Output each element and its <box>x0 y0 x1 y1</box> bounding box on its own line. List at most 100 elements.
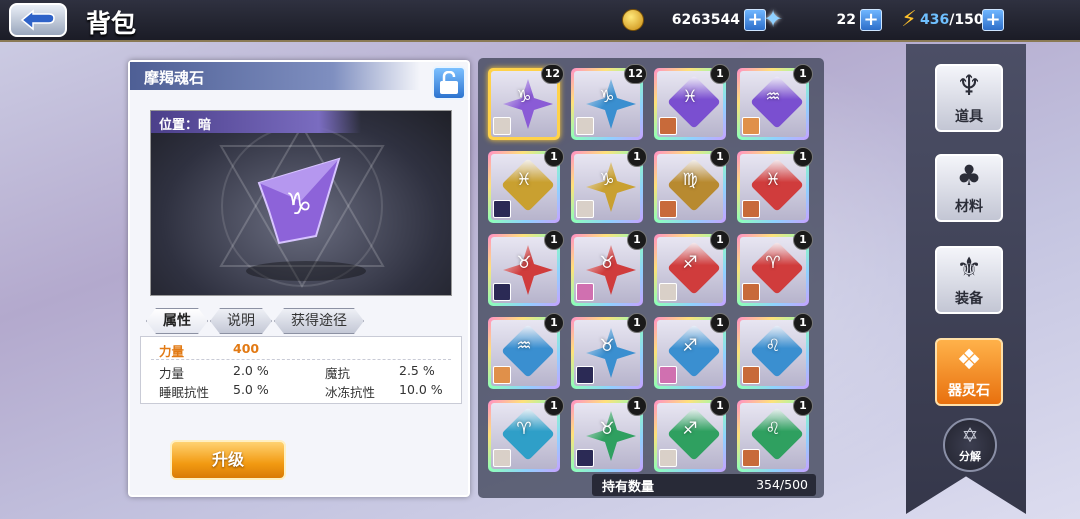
side-nav-label: 器灵石 <box>948 383 990 399</box>
zodiac-symbol-icon: ♉ <box>599 419 615 439</box>
owner-avatar <box>493 117 511 135</box>
add-stamina-button[interactable]: + <box>982 9 1004 31</box>
add-crystal-button[interactable]: + <box>860 9 882 31</box>
item-count: 12 <box>540 64 564 84</box>
inventory-slot[interactable]: ♍ 1 <box>654 147 730 223</box>
stat-label: 睡眠抗性 <box>159 385 210 400</box>
owner-avatar <box>742 283 760 301</box>
inventory-slot[interactable]: ♓ 1 <box>654 64 730 140</box>
inventory-slot[interactable]: ♉ 1 <box>571 396 647 472</box>
zodiac-symbol-icon: ♉ <box>599 253 615 273</box>
owner-avatar <box>659 366 677 384</box>
inventory-slot[interactable]: ♐ 1 <box>654 313 730 389</box>
inventory-slot[interactable]: ♐ 1 <box>654 230 730 306</box>
inventory-slot[interactable]: ♉ 1 <box>488 230 564 306</box>
inventory-slot[interactable]: ♌ 1 <box>737 313 813 389</box>
unlock-icon <box>440 71 458 94</box>
zodiac-symbol-icon: ♈ <box>516 419 532 439</box>
inventory-slot[interactable]: ♒ 1 <box>488 313 564 389</box>
item-count: 1 <box>793 396 813 416</box>
zodiac-symbol-icon: ♒ <box>516 336 532 356</box>
item-preview: ♑ 位置：暗 <box>150 110 452 296</box>
owner-avatar <box>659 200 677 218</box>
owner-avatar <box>576 200 594 218</box>
upgrade-button[interactable]: 升级 <box>170 440 286 480</box>
item-count: 1 <box>710 230 730 250</box>
tab-obtain-source[interactable]: 获得途径 <box>274 308 364 334</box>
item-count: 1 <box>544 313 564 333</box>
side-nav-soulstones[interactable]: ❖ 器灵石 <box>935 338 1003 406</box>
inventory-grid-panel: ♑ 12 ♑ 12 ♓ 1 ♒ 1 ♓ 1 ♑ 1 ♍ 1 ♓ 1 ♉ 1 ♉ 1 ♐ 1 ♈ 1 ♒ 1 ♉ 1 ♐ 1 ♌ 1 ♈ 1 ♉ 1 ♐ 1… <box>478 58 824 498</box>
inventory-slot[interactable]: ♉ 1 <box>571 313 647 389</box>
owner-avatar <box>493 449 511 467</box>
inventory-slot[interactable]: ♉ 1 <box>571 230 647 306</box>
item-count: 1 <box>627 313 647 333</box>
owner-avatar <box>742 200 760 218</box>
back-button[interactable] <box>9 3 67 37</box>
stamina-resource: ⚡ 436/150 + <box>898 8 1004 32</box>
inventory-slot[interactable]: ♓ 1 <box>737 147 813 223</box>
zodiac-symbol-icon: ♓ <box>682 87 698 107</box>
side-nav-label: 装备 <box>955 291 983 307</box>
tab-description[interactable]: 说明 <box>210 308 272 334</box>
position-label: 位置：暗 <box>151 111 361 133</box>
stat-value: 2.5 % <box>399 363 435 378</box>
zodiac-symbol-icon: ♍ <box>682 170 698 190</box>
item-count: 1 <box>627 230 647 250</box>
owner-avatar <box>576 366 594 384</box>
zodiac-symbol-icon: ♌ <box>765 336 781 356</box>
stamina-max: /150 <box>949 12 984 28</box>
owner-avatar <box>659 283 677 301</box>
owner-avatar <box>493 366 511 384</box>
zodiac-symbol-icon: ♐ <box>682 253 698 273</box>
item-count: 1 <box>544 147 564 167</box>
side-nav-label: 材料 <box>955 199 983 215</box>
stats-divider <box>151 359 451 360</box>
inventory-slot[interactable]: ♑ 1 <box>571 147 647 223</box>
decompose-button[interactable]: ✡ 分解 <box>943 418 997 472</box>
zodiac-symbol-icon: ♉ <box>599 336 615 356</box>
owner-avatar <box>742 117 760 135</box>
inventory-slot[interactable]: ♈ 1 <box>737 230 813 306</box>
gold-value: 6263544 <box>671 12 740 28</box>
tab-attributes[interactable]: 属性 <box>146 308 208 334</box>
svg-text:♑: ♑ <box>286 187 313 222</box>
stat-value: 5.0 % <box>233 382 269 397</box>
inventory-slot[interactable]: ♒ 1 <box>737 64 813 140</box>
zodiac-symbol-icon: ♑ <box>516 87 532 107</box>
inventory-slot[interactable]: ♐ 1 <box>654 396 730 472</box>
item-count: 1 <box>627 396 647 416</box>
side-nav-label: 道具 <box>955 109 983 125</box>
zodiac-symbol-icon: ♓ <box>516 170 532 190</box>
page-title: 背包 <box>86 9 137 38</box>
zodiac-symbol-icon: ♒ <box>765 87 781 107</box>
owner-avatar <box>742 366 760 384</box>
inventory-slot[interactable]: ♈ 1 <box>488 396 564 472</box>
owner-avatar <box>493 283 511 301</box>
lightning-icon: ⚡ <box>901 7 917 32</box>
stat-label: 魔抗 <box>325 366 351 381</box>
inventory-slot[interactable]: ♌ 1 <box>737 396 813 472</box>
item-count: 1 <box>544 396 564 416</box>
inventory-slot[interactable]: ♑ 12 <box>571 64 647 140</box>
inventory-slot[interactable]: ♑ 12 <box>488 64 564 140</box>
capacity-label: 持有数量 <box>602 480 655 495</box>
category-icon: ♆ <box>956 69 982 102</box>
zodiac-symbol-icon: ♑ <box>599 170 615 190</box>
lock-button[interactable] <box>432 66 466 100</box>
item-count: 1 <box>710 396 730 416</box>
side-nav-equipment[interactable]: ⚜ 装备 <box>935 246 1003 314</box>
owner-avatar <box>659 449 677 467</box>
item-count: 1 <box>710 313 730 333</box>
preview-art: ♑ <box>219 124 385 288</box>
owner-avatar <box>493 200 511 218</box>
stat-label: 冰冻抗性 <box>325 385 376 400</box>
inventory-slot[interactable]: ♓ 1 <box>488 147 564 223</box>
side-nav-materials[interactable]: ♣ 材料 <box>935 154 1003 222</box>
side-nav-items[interactable]: ♆ 道具 <box>935 64 1003 132</box>
back-arrow-icon <box>20 9 55 31</box>
gold-resource: 6263544 + <box>622 8 766 32</box>
item-count: 1 <box>710 147 730 167</box>
stamina-current: 436 <box>920 12 950 28</box>
decompose-label: 分解 <box>959 450 981 463</box>
